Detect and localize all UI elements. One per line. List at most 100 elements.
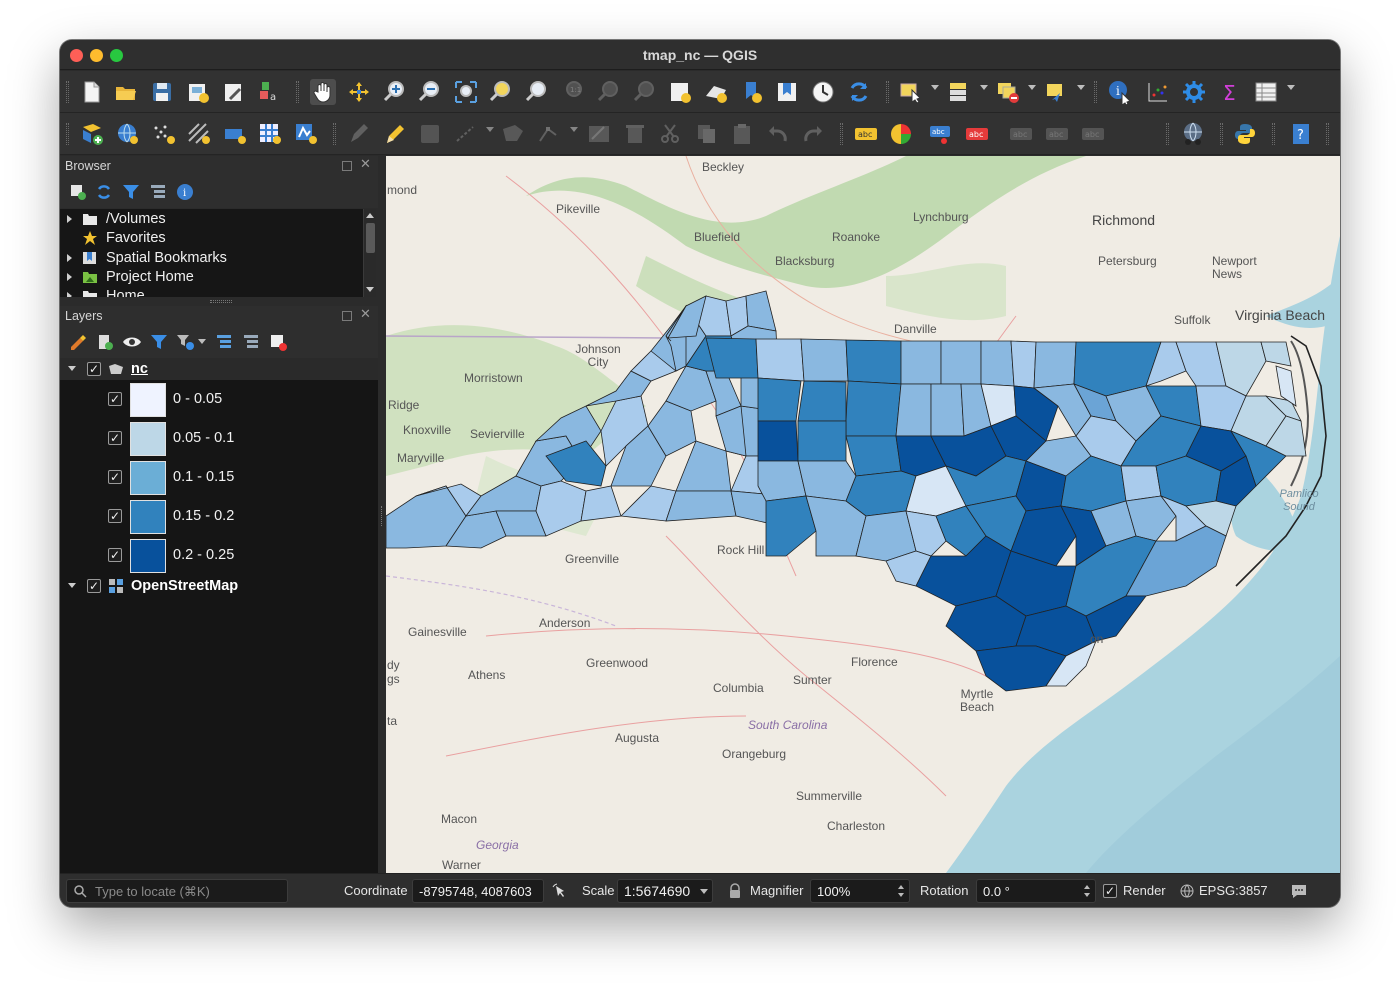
legend-class-row[interactable]: ✓ 0.2 - 0.25 xyxy=(60,536,378,575)
zoom-to-selection-icon[interactable] xyxy=(488,79,514,105)
expand-all-icon[interactable] xyxy=(214,332,234,352)
save-edits-icon[interactable] xyxy=(417,121,443,147)
splitter-grip[interactable] xyxy=(381,506,383,526)
save-project-icon[interactable] xyxy=(149,79,175,105)
rotation-spin-arrows-icon[interactable] xyxy=(1082,883,1092,899)
magnifier-spin-arrows-icon[interactable] xyxy=(896,883,906,899)
digitize-dropdown-arrow[interactable] xyxy=(486,127,494,132)
browser-item-home[interactable]: Home xyxy=(60,287,360,297)
new-spatial-bookmark-icon[interactable] xyxy=(739,79,765,105)
paste-features-icon[interactable] xyxy=(729,121,755,147)
browser-refresh-icon[interactable] xyxy=(94,182,114,202)
browser-item-volumes[interactable]: /Volumes xyxy=(60,210,360,229)
temporal-controller-icon[interactable] xyxy=(810,79,836,105)
class-visibility-checkbox[interactable]: ✓ xyxy=(108,470,122,484)
collapse-arrow-icon[interactable] xyxy=(68,583,76,588)
class-visibility-checkbox[interactable]: ✓ xyxy=(108,392,122,406)
toolbar-grip[interactable] xyxy=(296,81,299,103)
locator-search-input[interactable]: Type to locate (⌘K) xyxy=(66,879,288,903)
zoom-native-resolution-icon[interactable]: 1:1 xyxy=(560,79,586,105)
scale-combo[interactable]: 1:5674690 xyxy=(617,879,713,903)
deselect-dropdown-arrow[interactable] xyxy=(1028,85,1036,90)
add-point-cloud-layer-icon[interactable] xyxy=(151,121,177,147)
add-wms-layer-icon[interactable] xyxy=(115,121,141,147)
layers-close-icon[interactable]: ✕ xyxy=(360,306,371,322)
browser-item-favorites[interactable]: Favorites xyxy=(60,229,360,248)
panel-resize-handle[interactable] xyxy=(210,300,232,303)
legend-class-row[interactable]: ✓ 0 - 0.05 xyxy=(60,380,378,419)
identify-features-icon[interactable]: i xyxy=(1107,79,1133,105)
toolbar-grip[interactable] xyxy=(1166,123,1169,145)
crs-value[interactable]: EPSG:3857 xyxy=(1199,883,1268,898)
help-icon[interactable]: ? xyxy=(1288,121,1314,147)
redo-icon[interactable] xyxy=(800,121,826,147)
add-polygon-feature-icon[interactable] xyxy=(500,121,526,147)
vertex-tool-icon[interactable] xyxy=(536,121,562,147)
zoom-next-icon[interactable] xyxy=(632,79,658,105)
data-source-manager-icon[interactable] xyxy=(79,121,105,147)
layer-visibility-checkbox[interactable]: ✓ xyxy=(87,362,101,376)
collapse-arrow-icon[interactable] xyxy=(68,366,76,371)
move-label-icon[interactable]: abc xyxy=(1044,121,1070,147)
crs-globe-icon[interactable] xyxy=(1180,884,1194,898)
browser-close-icon[interactable]: ✕ xyxy=(360,156,371,172)
manage-map-themes-eye-icon[interactable] xyxy=(122,332,142,352)
new-print-layout-icon[interactable] xyxy=(185,79,211,105)
toolbar-grip[interactable] xyxy=(840,123,843,145)
lock-scale-icon[interactable] xyxy=(728,883,742,899)
delete-selected-icon[interactable] xyxy=(622,121,648,147)
new-3d-map-view-icon[interactable] xyxy=(703,79,729,105)
class-visibility-checkbox[interactable]: ✓ xyxy=(108,431,122,445)
copy-features-icon[interactable] xyxy=(694,121,720,147)
add-raster-grid-layer-icon[interactable] xyxy=(257,121,283,147)
legend-class-row[interactable]: ✓ 0.05 - 0.1 xyxy=(60,419,378,458)
layer-row-openstreetmap[interactable]: ✓ OpenStreetMap xyxy=(60,575,378,597)
quickmapservices-icon[interactable] xyxy=(1180,121,1206,147)
new-project-icon[interactable] xyxy=(78,79,104,105)
toolbar-grip[interactable] xyxy=(66,81,69,103)
statistical-summary-sigma-icon[interactable]: Σ xyxy=(1217,79,1243,105)
style-manager-icon[interactable]: a xyxy=(256,79,282,105)
toolbar-grip[interactable] xyxy=(66,123,69,145)
browser-filter-icon[interactable] xyxy=(121,182,141,202)
layer-row-nc[interactable]: ✓ nc xyxy=(60,358,378,380)
zoom-in-icon[interactable] xyxy=(382,79,408,105)
cut-features-icon[interactable] xyxy=(658,121,684,147)
scale-dropdown-arrow[interactable] xyxy=(700,889,708,894)
show-spatial-bookmarks-icon[interactable] xyxy=(774,79,800,105)
browser-collapse-all-icon[interactable] xyxy=(148,182,168,202)
attribute-table-icon[interactable] xyxy=(1253,79,1279,105)
pan-to-selection-icon[interactable] xyxy=(346,79,372,105)
class-visibility-checkbox[interactable]: ✓ xyxy=(108,509,122,523)
deselect-features-icon[interactable] xyxy=(995,79,1021,105)
browser-item-project-home[interactable]: Project Home xyxy=(60,268,360,287)
magnifier-spinbox[interactable]: 100% xyxy=(810,879,910,903)
open-layer-styling-icon[interactable] xyxy=(68,332,88,352)
select-dropdown-arrow[interactable] xyxy=(931,85,939,90)
digitize-line-icon[interactable] xyxy=(453,121,479,147)
location-dropdown-arrow[interactable] xyxy=(1077,85,1085,90)
filter-legend-icon[interactable] xyxy=(149,332,169,352)
show-hide-labels-icon[interactable]: abc xyxy=(1008,121,1034,147)
toolbar-grip[interactable] xyxy=(333,123,336,145)
add-mesh-layer-icon[interactable] xyxy=(186,121,212,147)
add-vector-layer-icon[interactable] xyxy=(293,121,319,147)
filter-dropdown-arrow[interactable] xyxy=(198,339,206,344)
refresh-icon[interactable] xyxy=(846,79,872,105)
select-features-icon[interactable] xyxy=(898,79,924,105)
open-project-icon[interactable] xyxy=(113,79,139,105)
filter-legend-expression-icon[interactable] xyxy=(175,332,195,352)
map-canvas[interactable]: Beckley Richmond Lynchburg Pikeville Blu… xyxy=(386,156,1340,873)
toolbar-grip[interactable] xyxy=(1094,81,1097,103)
layer-labeling-options-icon[interactable]: abc xyxy=(853,121,879,147)
attribute-statistics-icon[interactable] xyxy=(1145,79,1171,105)
toggle-editing-pencil-icon[interactable] xyxy=(382,121,408,147)
browser-scrollbar[interactable] xyxy=(363,209,376,297)
browser-properties-info-icon[interactable]: i xyxy=(175,182,195,202)
toolbar-grip[interactable] xyxy=(1220,123,1223,145)
scroll-down-arrow[interactable] xyxy=(366,287,374,292)
vertex-dropdown-arrow[interactable] xyxy=(570,127,578,132)
add-virtual-layer-icon[interactable] xyxy=(222,121,248,147)
zoom-to-layer-icon[interactable] xyxy=(524,79,550,105)
expand-arrow-icon[interactable] xyxy=(67,215,72,223)
